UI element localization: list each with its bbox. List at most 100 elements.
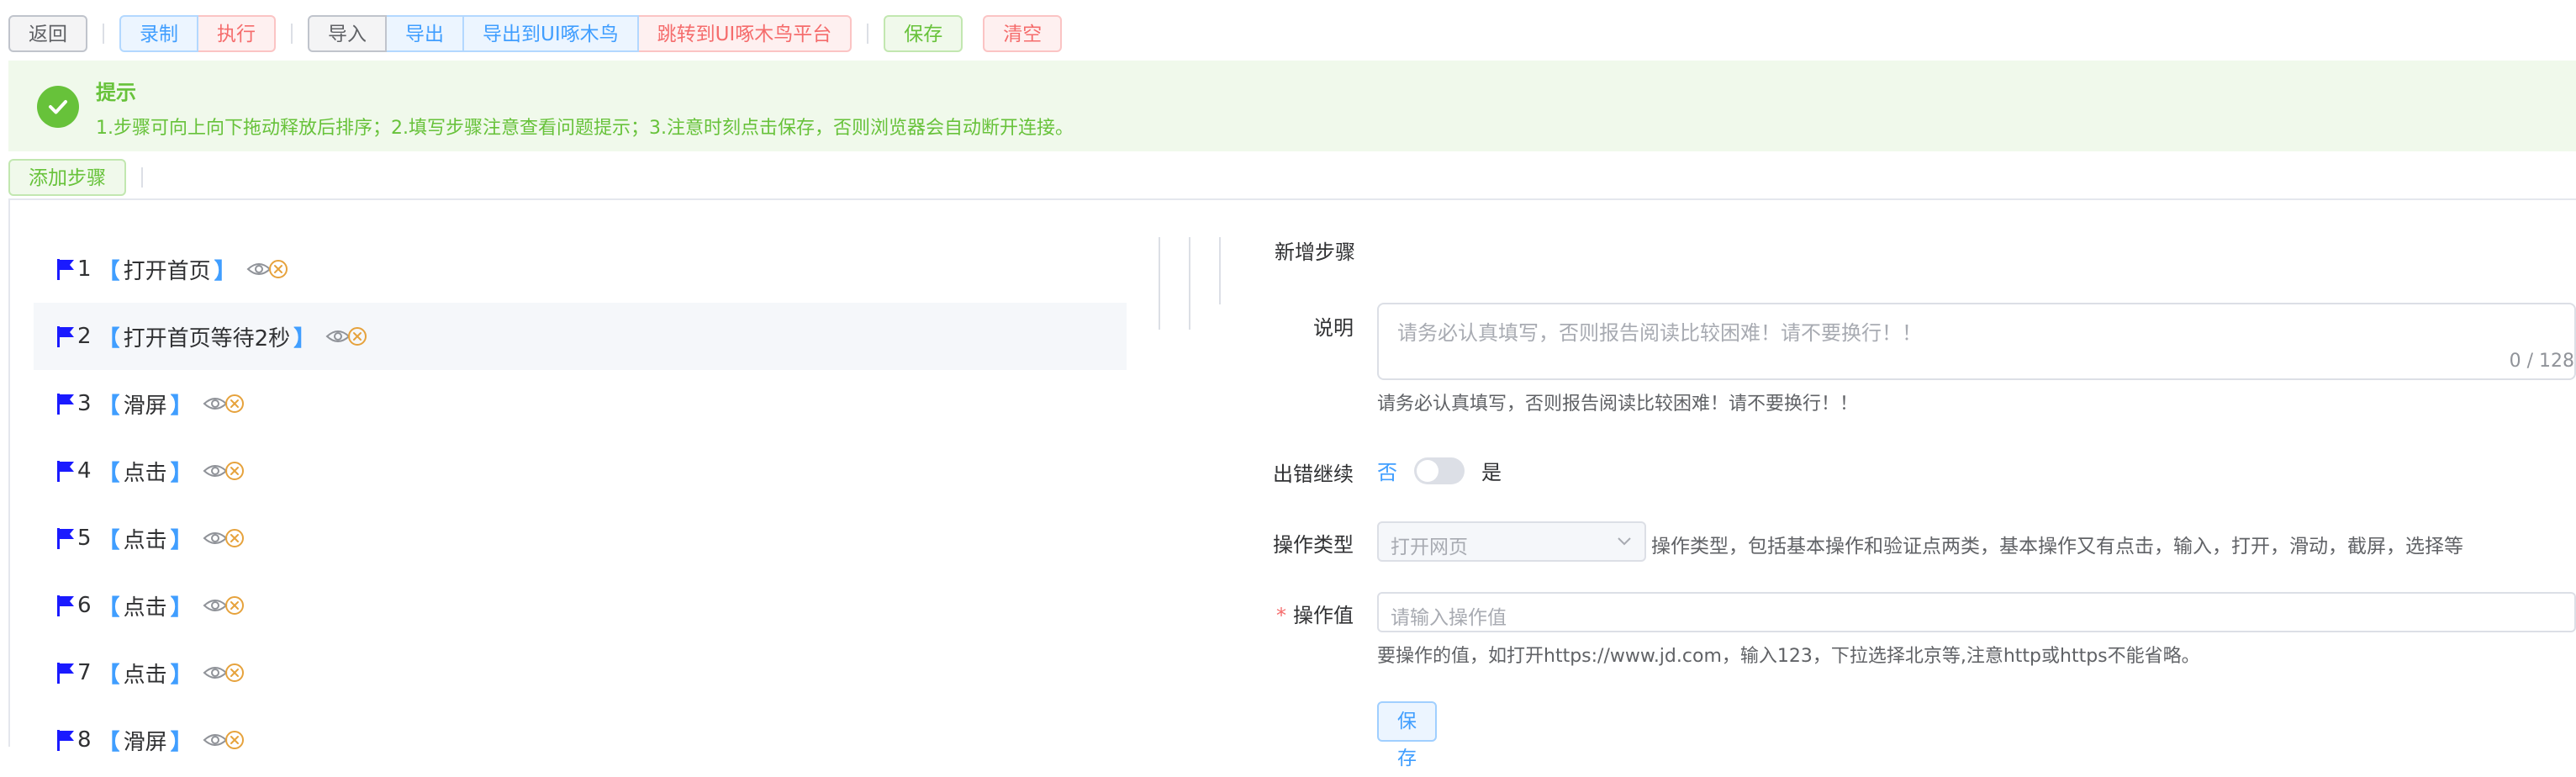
step-actions — [203, 663, 245, 683]
desc-hint: 请务必认真填写，否则报告阅读比较困难！请不要换行！！ — [1377, 394, 1859, 415]
add-step-row: 添加步骤 — [8, 158, 158, 197]
op-value-label-wrap: * 操作值 — [1227, 599, 1354, 628]
op-type-label: 操作类型 — [1273, 533, 1354, 557]
bracket-close: 】 — [170, 460, 193, 486]
step-number: 2 — [77, 324, 92, 349]
step-name: 点击 — [123, 460, 167, 486]
step-item[interactable]: 4 【 点击 】 — [34, 437, 1127, 505]
flag-icon — [57, 595, 74, 616]
form-heading: 新增步骤 — [1275, 240, 1355, 264]
back-button[interactable]: 返回 — [8, 15, 87, 52]
step-number: 4 — [77, 458, 92, 484]
success-check-icon — [37, 86, 79, 128]
step-actions — [203, 394, 245, 414]
op-value-input[interactable]: 请输入操作值 — [1377, 592, 2576, 632]
flag-icon — [57, 528, 74, 549]
splitter-line — [1159, 237, 1160, 330]
splitter-line — [1219, 237, 1221, 304]
bracket-open: 【 — [98, 595, 120, 621]
desc-label: 说明 — [1313, 316, 1354, 340]
alert-title: 提示 — [96, 81, 136, 104]
step-list: 1 【 打开首页 】 2 【 打开首页等待2秒 】 3 【 滑屏 】 4 【 点… — [34, 235, 1127, 774]
flag-icon — [57, 663, 74, 684]
step-item[interactable]: 1 【 打开首页 】 — [34, 235, 1127, 303]
step-name: 打开首页等待2秒 — [123, 325, 291, 352]
op-type-description: 操作类型，包括基本操作和验证点两类，基本操作又有点击，输入，打开，滑动，截屏，选… — [1651, 536, 2463, 558]
step-item[interactable]: 2 【 打开首页等待2秒 】 — [34, 303, 1127, 370]
step-item[interactable]: 5 【 点击 】 — [34, 505, 1127, 572]
step-number: 3 — [77, 391, 92, 416]
bracket-close: 】 — [170, 595, 193, 621]
switch-knob — [1417, 459, 1438, 482]
toolbar-divider — [867, 24, 869, 44]
step-name: 滑屏 — [123, 393, 167, 419]
op-value-placeholder: 请输入操作值 — [1391, 607, 1507, 629]
bracket-close: 】 — [214, 258, 236, 284]
delete-circle-icon[interactable] — [224, 730, 245, 750]
op-type-select[interactable]: 打开网页 — [1377, 521, 1646, 562]
required-mark: * — [1276, 604, 1286, 627]
record-execute-group: 录制 执行 — [119, 15, 276, 52]
save-button[interactable]: 保存 — [884, 15, 963, 52]
step-item[interactable]: 8 【 滑屏 】 — [34, 706, 1127, 774]
step-name: 滑屏 — [123, 729, 167, 755]
op-value-label: 操作值 — [1293, 604, 1354, 627]
bracket-close: 】 — [170, 393, 193, 419]
bracket-open: 【 — [98, 325, 120, 352]
delete-circle-icon[interactable] — [224, 461, 245, 481]
tip-alert: 提示 1.步骤可向上向下拖动释放后排序；2.填写步骤注意查看问题提示；3.注意时… — [8, 61, 2576, 151]
delete-circle-icon[interactable] — [224, 595, 245, 616]
step-number: 8 — [77, 727, 92, 753]
step-actions — [325, 326, 367, 346]
delete-circle-icon[interactable] — [224, 663, 245, 683]
record-button[interactable]: 录制 — [119, 15, 198, 52]
step-actions — [203, 528, 245, 548]
export-button[interactable]: 导出 — [387, 15, 464, 52]
execute-button[interactable]: 执行 — [198, 15, 276, 52]
add-row-divider — [141, 167, 143, 188]
flag-icon — [57, 326, 74, 347]
step-number: 6 — [77, 593, 92, 618]
bracket-open: 【 — [98, 393, 120, 419]
delete-circle-icon[interactable] — [224, 394, 245, 414]
form-save-button[interactable]: 保存 — [1377, 701, 1437, 769]
flag-icon — [57, 394, 74, 415]
splitter-line — [1189, 237, 1190, 330]
bracket-open: 【 — [98, 729, 120, 755]
step-number: 7 — [77, 660, 92, 685]
import-export-group: 导入 导出 导出到UI啄木鸟 跳转到UI啄木鸟平台 — [308, 15, 853, 52]
step-item[interactable]: 6 【 点击 】 — [34, 572, 1127, 639]
toolbar-divider — [972, 24, 974, 44]
bracket-close: 】 — [293, 325, 316, 352]
step-number: 5 — [77, 526, 92, 551]
bracket-close: 】 — [170, 662, 193, 688]
toolbar-divider — [291, 24, 293, 44]
step-number: 1 — [77, 256, 92, 282]
step-item[interactable]: 3 【 滑屏 】 — [34, 370, 1127, 437]
delete-circle-icon[interactable] — [347, 326, 367, 346]
step-actions — [203, 730, 245, 750]
flag-icon — [57, 730, 74, 751]
op-type-value: 打开网页 — [1391, 536, 1468, 558]
add-step-button[interactable]: 添加步骤 — [8, 159, 126, 196]
jump-to-ui-platform-button[interactable]: 跳转到UI啄木鸟平台 — [638, 15, 853, 52]
flag-icon — [57, 259, 74, 280]
clear-button[interactable]: 清空 — [983, 15, 1063, 52]
step-name: 点击 — [123, 595, 167, 621]
import-button[interactable]: 导入 — [308, 15, 387, 52]
step-name: 打开首页 — [123, 258, 211, 284]
step-name: 点击 — [123, 662, 167, 688]
desc-textarea[interactable]: 请务必认真填写，否则报告阅读比较困难！请不要换行！！ 0 / 128 — [1377, 303, 2576, 380]
export-to-ui-button[interactable]: 导出到UI啄木鸟 — [464, 15, 639, 52]
chevron-down-icon — [1618, 537, 1631, 546]
bracket-open: 【 — [98, 460, 120, 486]
step-name: 点击 — [123, 527, 167, 553]
step-item[interactable]: 7 【 点击 】 — [34, 639, 1127, 706]
delete-circle-icon[interactable] — [224, 528, 245, 548]
delete-circle-icon[interactable] — [268, 259, 288, 279]
desc-counter: 0 / 128 — [2509, 351, 2574, 372]
switch-off-label[interactable]: 否 — [1377, 456, 1397, 485]
continue-on-error-switch[interactable] — [1414, 457, 1465, 484]
switch-on-label[interactable]: 是 — [1481, 456, 1502, 485]
step-actions — [203, 461, 245, 481]
